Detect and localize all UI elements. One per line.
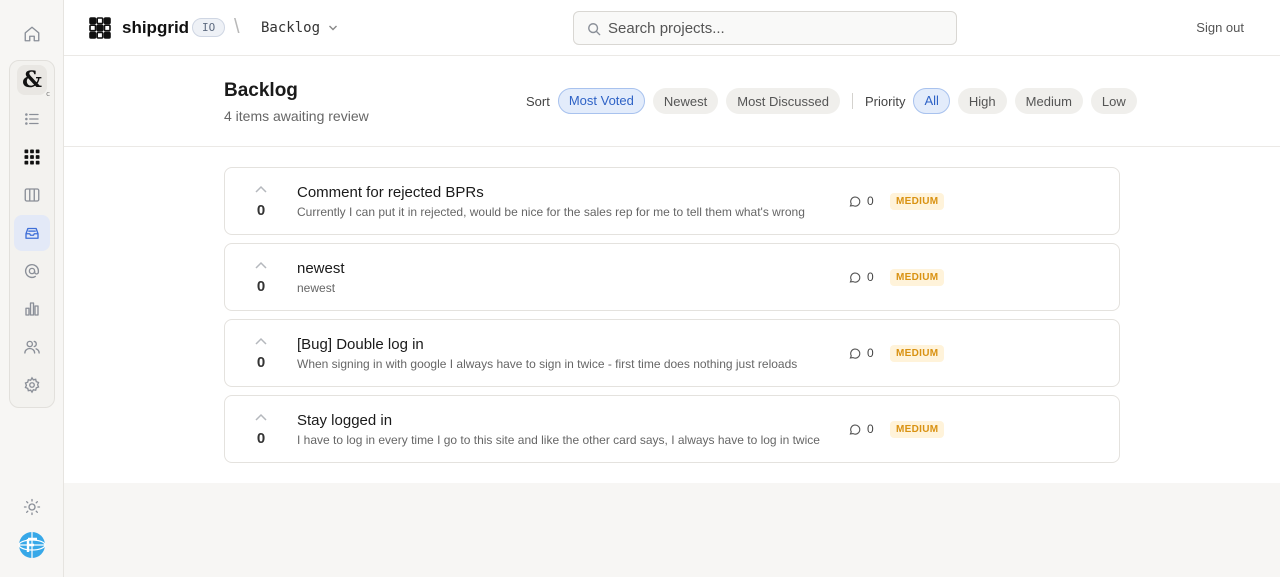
gear-icon[interactable]: [14, 367, 50, 403]
brand-name[interactable]: shipgrid: [122, 18, 189, 38]
sort-newest[interactable]: Newest: [652, 88, 719, 114]
upvote-icon[interactable]: [254, 413, 268, 421]
list-icon[interactable]: [14, 101, 50, 137]
left-rail: & c: [0, 0, 64, 577]
comment-count-value: 0: [867, 422, 874, 436]
workspace-badge: IO: [192, 18, 226, 37]
item-title[interactable]: Stay logged in: [297, 412, 392, 429]
chevron-down-icon[interactable]: [328, 24, 338, 32]
backlog-item[interactable]: 0 [Bug] Double log in When signing in wi…: [224, 319, 1120, 387]
item-title[interactable]: Comment for rejected BPRs: [297, 184, 484, 201]
item-title[interactable]: newest: [297, 260, 345, 277]
app-switcher[interactable]: & c: [14, 62, 50, 98]
app-glyph: &: [22, 67, 42, 93]
priority-all[interactable]: All: [913, 88, 950, 114]
item-description: newest: [297, 281, 336, 295]
top-header: shipgrid IO \ Backlog Sign out: [64, 0, 1280, 56]
comment-count-value: 0: [867, 346, 874, 360]
priority-low[interactable]: Low: [1090, 88, 1137, 114]
item-description: When signing in with google I always hav…: [297, 357, 798, 371]
priority-badge: MEDIUM: [890, 345, 945, 362]
comment-icon: [849, 424, 861, 435]
upvote-icon[interactable]: [254, 185, 268, 193]
vote-count: 0: [256, 430, 266, 447]
columns-icon[interactable]: [14, 177, 50, 213]
sort-most-voted[interactable]: Most Voted: [557, 88, 645, 114]
search-input[interactable]: [608, 12, 948, 44]
vote-count: 0: [256, 354, 266, 371]
globe-logo[interactable]: [14, 527, 50, 563]
upvote-icon[interactable]: [254, 261, 268, 269]
breadcrumb-separator: \: [234, 16, 240, 38]
brand-logo-icon[interactable]: [89, 17, 111, 39]
sort-label: Sort: [526, 93, 550, 109]
chart-icon[interactable]: [14, 291, 50, 327]
filter-divider: [852, 93, 853, 109]
home-icon[interactable]: [14, 16, 50, 52]
priority-badge: MEDIUM: [890, 193, 945, 210]
backlog-item[interactable]: 0 Stay logged in I have to log in every …: [224, 395, 1120, 463]
breadcrumb-current[interactable]: Backlog: [261, 20, 320, 36]
comment-count-value: 0: [867, 194, 874, 208]
sort-most-discussed[interactable]: Most Discussed: [726, 88, 840, 114]
item-description: I have to log in every time I go to this…: [297, 433, 820, 447]
item-description: Currently I can put it in rejected, woul…: [297, 205, 805, 219]
rail-nav-group: & c: [9, 60, 55, 408]
app-sub-glyph: c: [46, 90, 50, 98]
page-header: Backlog 4 items awaiting review Sort Mos…: [64, 56, 1280, 147]
comment-count[interactable]: 0: [848, 270, 874, 284]
priority-badge: MEDIUM: [890, 269, 945, 286]
priority-badge: MEDIUM: [890, 421, 945, 438]
filter-bar: Sort Most Voted Newest Most Discussed Pr…: [526, 88, 1137, 114]
comment-icon: [849, 272, 861, 283]
page-subtitle: 4 items awaiting review: [224, 108, 369, 124]
vote-count: 0: [256, 278, 266, 295]
upvote-icon[interactable]: [254, 337, 268, 345]
search-icon: [588, 23, 601, 36]
priority-high[interactable]: High: [957, 88, 1007, 114]
app-avatar: & c: [17, 65, 50, 98]
comment-count[interactable]: 0: [848, 346, 874, 360]
backlog-list: 0 Comment for rejected BPRs Currently I …: [64, 147, 1280, 483]
page-title: Backlog: [224, 80, 298, 101]
comment-icon: [849, 196, 861, 207]
backlog-item[interactable]: 0 newest newest 0 MEDIUM: [224, 243, 1120, 311]
comment-count[interactable]: 0: [848, 194, 874, 208]
priority-label: Priority: [865, 93, 906, 109]
sign-out-link[interactable]: Sign out: [1196, 20, 1244, 35]
backlog-item[interactable]: 0 Comment for rejected BPRs Currently I …: [224, 167, 1120, 235]
comment-icon: [849, 348, 861, 359]
sun-icon[interactable]: [14, 489, 50, 525]
at-icon[interactable]: [14, 253, 50, 289]
vote-count: 0: [256, 202, 266, 219]
users-icon[interactable]: [14, 329, 50, 365]
grid-icon[interactable]: [14, 139, 50, 175]
inbox-icon[interactable]: [14, 215, 50, 251]
item-title[interactable]: [Bug] Double log in: [297, 336, 424, 353]
priority-medium[interactable]: Medium: [1014, 88, 1083, 114]
comment-count-value: 0: [867, 270, 874, 284]
search-box: [573, 11, 957, 45]
comment-count[interactable]: 0: [848, 422, 874, 436]
